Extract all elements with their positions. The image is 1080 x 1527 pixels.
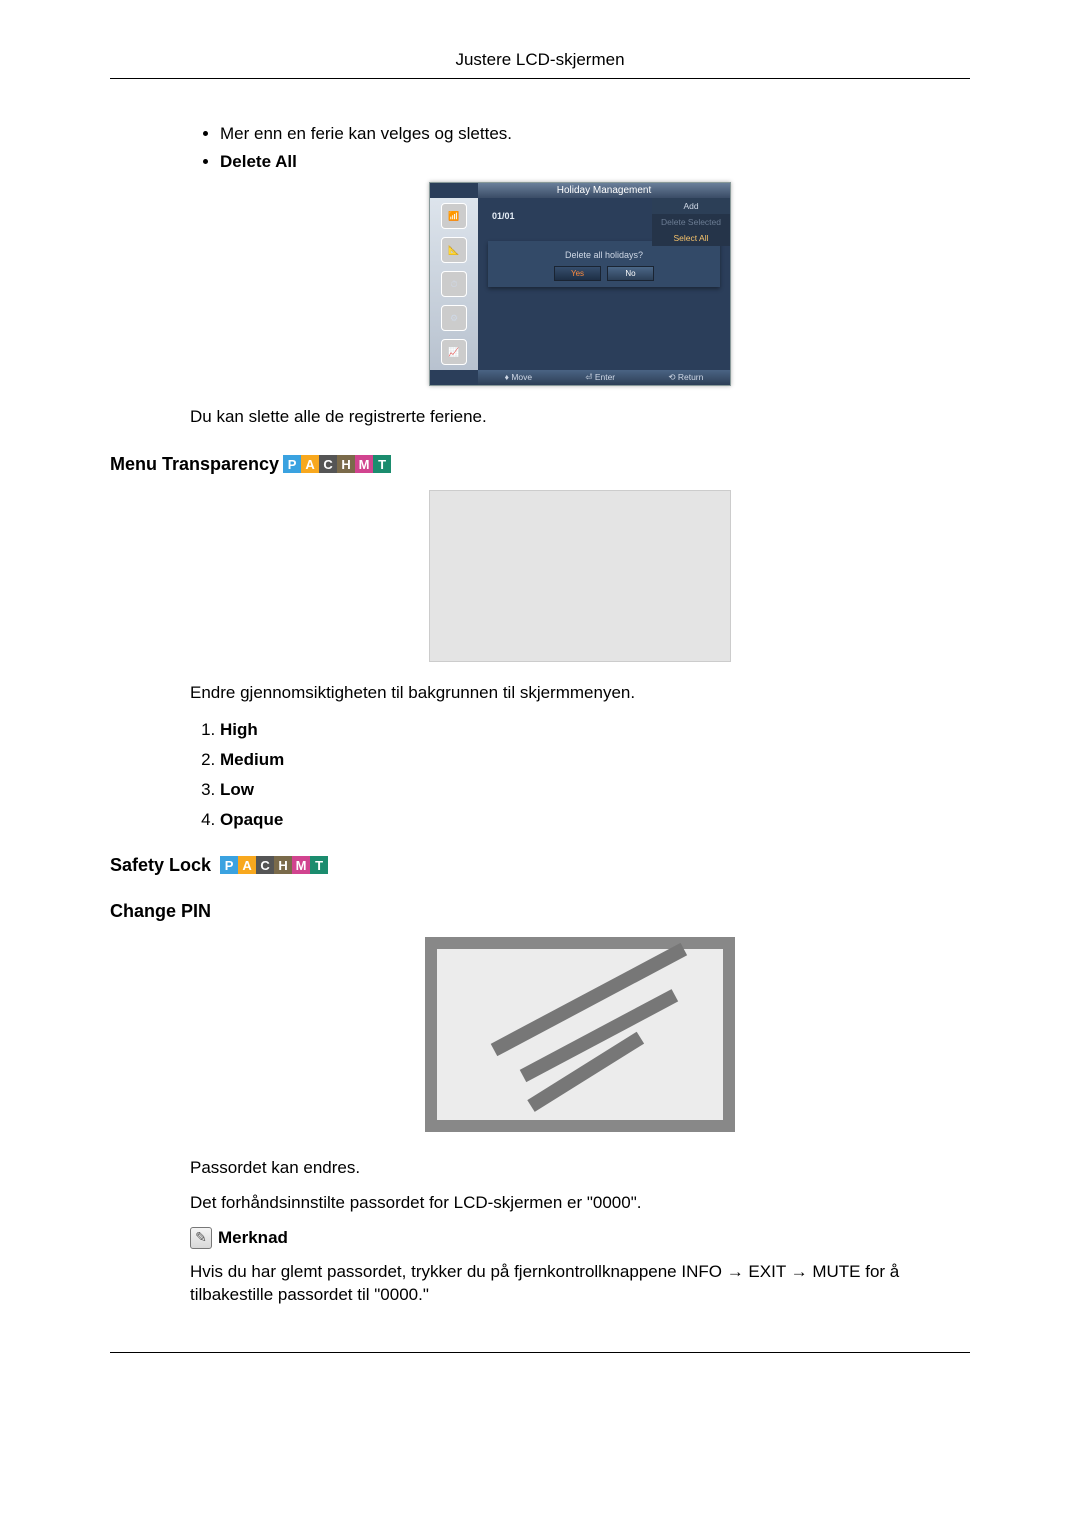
osd-yes-button: Yes [554, 266, 601, 281]
page-header: Justere LCD-skjermen [110, 50, 970, 79]
osd-delete-selected: Delete Selected [652, 214, 730, 230]
option-high: High [220, 720, 970, 740]
list-item: Mer enn en ferie kan velges og slettes. [220, 124, 970, 144]
chart-icon: 📈 [441, 339, 467, 365]
option-medium: Medium [220, 750, 970, 770]
gear-icon: ⚙ [441, 305, 467, 331]
osd-confirm-dialog: Delete all holidays? Yes No [488, 241, 720, 287]
list-item-delete-all: Delete All [220, 152, 970, 172]
osd-add: Add [652, 198, 730, 214]
osd-title: Holiday Management [478, 183, 730, 198]
transparency-options: High Medium Low Opaque [190, 720, 970, 830]
pachmt-badge: PACHMT [283, 455, 391, 473]
option-opaque: Opaque [220, 810, 970, 830]
heading-change-pin: Change PIN [110, 901, 970, 922]
osd-holiday-management: Holiday Management 📶 📐 ⏱ ⚙ 📈 Add Delete … [429, 182, 731, 386]
osd-footer: ♦ Move ⏎ Enter ⟲ Return [478, 370, 730, 385]
change-pin-p1: Passordet kan endres. [190, 1157, 970, 1180]
osd-select-all: Select All [652, 230, 730, 246]
osd-no-button: No [607, 266, 654, 281]
delete-all-label: Delete All [220, 152, 297, 171]
option-low: Low [220, 780, 970, 800]
osd-placeholder [429, 490, 731, 662]
note-label: Merknad [218, 1228, 288, 1248]
tool-icon: 📐 [441, 237, 467, 263]
osd-foot-move: ♦ Move [505, 372, 533, 383]
note-icon: ✎ [190, 1227, 212, 1249]
osd-foot-return: ⟲ Return [668, 372, 703, 383]
delete-all-desc: Du kan slette alle de registrerte ferien… [190, 406, 970, 429]
osd-dialog-question: Delete all holidays? [494, 250, 714, 260]
clock-icon: ⏱ [441, 271, 467, 297]
osd-foot-enter: ⏎ Enter [585, 372, 615, 383]
osd-sidebar: 📶 📐 ⏱ ⚙ 📈 [430, 198, 478, 370]
page-title: Justere LCD-skjermen [455, 50, 624, 69]
heading-safety-lock: Safety Lock PACHMT [110, 855, 970, 876]
osd-actions: Add Delete Selected Select All [652, 198, 730, 246]
info-list: Mer enn en ferie kan velges og slettes. … [190, 124, 970, 172]
footer-rule [110, 1352, 970, 1353]
input-icon: 📶 [441, 203, 467, 229]
change-pin-p2: Det forhåndsinnstilte passordet for LCD-… [190, 1192, 970, 1215]
note-body: Hvis du har glemt passordet, trykker du … [190, 1261, 970, 1307]
menu-transparency-desc: Endre gjennomsiktigheten til bakgrunnen … [190, 682, 970, 705]
pachmt-badge: PACHMT [220, 856, 328, 874]
heading-menu-transparency: Menu Transparency PACHMT [110, 454, 970, 475]
remote-control-image [425, 937, 735, 1132]
